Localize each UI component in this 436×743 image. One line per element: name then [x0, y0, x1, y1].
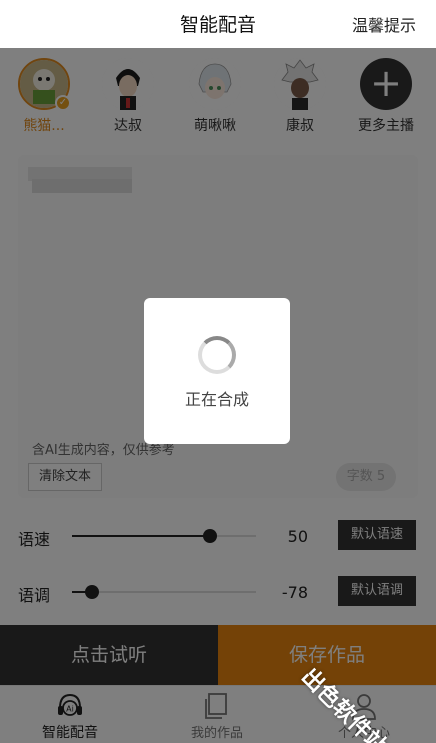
- loading-dialog: 正在合成: [144, 298, 290, 444]
- tips-link[interactable]: 温馨提示: [352, 12, 416, 36]
- loading-message: 正在合成: [184, 390, 249, 409]
- loading-spinner-icon: [198, 336, 236, 374]
- app-header: 智能配音 温馨提示: [0, 0, 436, 48]
